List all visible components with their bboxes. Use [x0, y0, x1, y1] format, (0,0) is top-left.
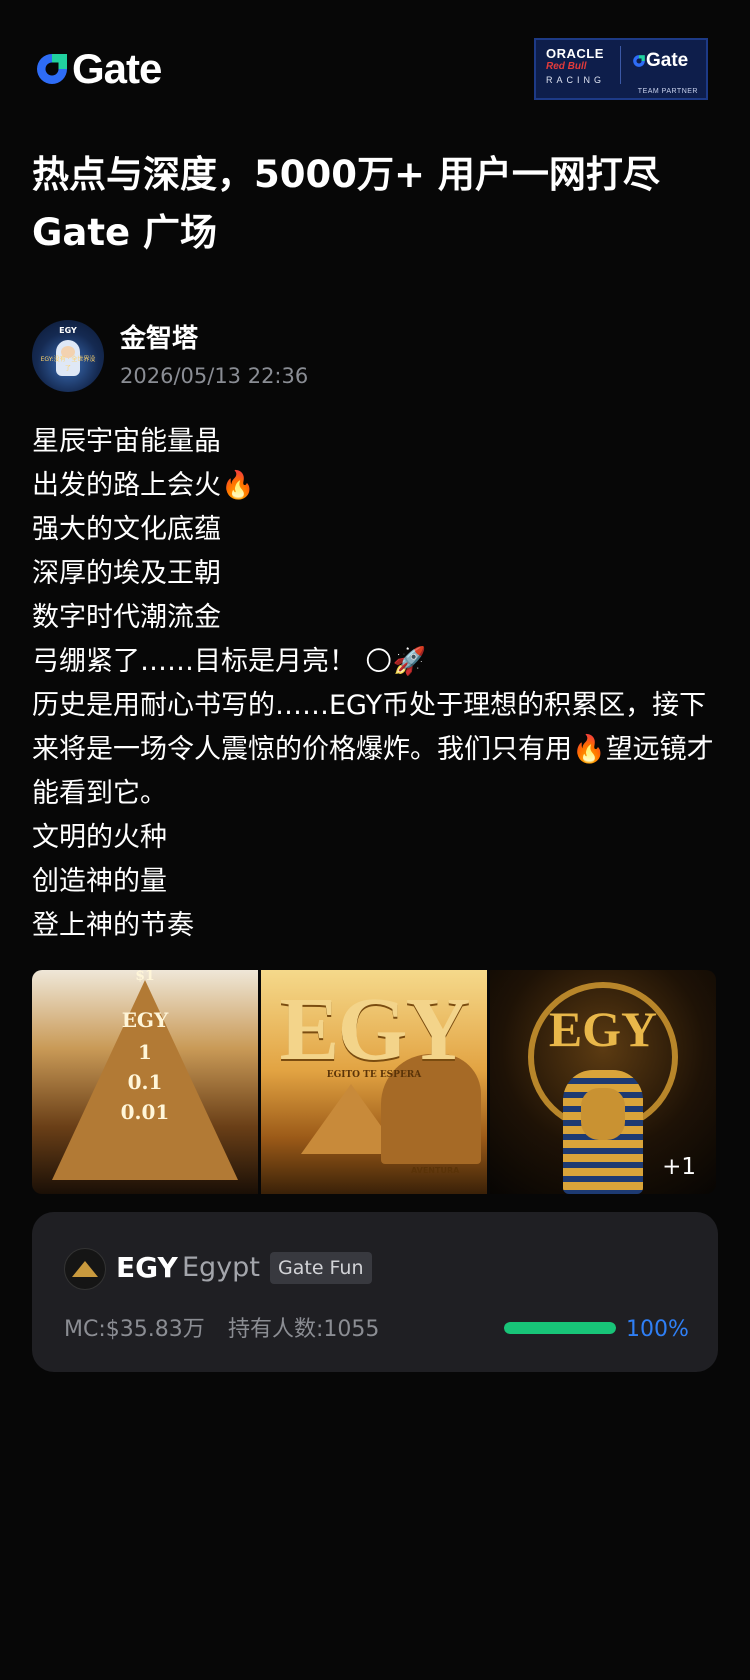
badge-racing-text: RACING — [546, 75, 606, 85]
gate-logo-icon — [37, 54, 67, 84]
token-platform-tag: Gate Fun — [270, 1252, 372, 1284]
post-line: 文明的火种 — [32, 822, 167, 853]
badge-divider — [620, 46, 621, 84]
pyramid-level-3: 0.01 — [120, 1100, 170, 1124]
badge-gate-icon — [633, 55, 645, 67]
post-line: 星辰宇宙能量晶 — [32, 426, 221, 457]
token-holders: 持有人数:1055 — [228, 1317, 380, 1342]
headline-line-1: 热点与深度，5000万+ 用户一网打尽 — [32, 153, 660, 196]
token-progress-bar — [504, 1322, 616, 1334]
post-content: 星辰宇宙能量晶 出发的路上会火🔥 强大的文化底蕴 深厚的埃及王朝 数字时代潮流金… — [32, 420, 722, 948]
token-progress-label: 100% — [626, 1317, 689, 1342]
post-line: 出发的路上会火🔥 — [32, 470, 255, 501]
sphinx-subtitle: EGITO TE ESPERA — [326, 1070, 422, 1080]
pharaoh-egy-title: EGY — [548, 1001, 658, 1057]
team-partner-badge: ORACLE Red Bull RACING Gate TEAM PARTNER — [534, 38, 708, 100]
avatar-tag: EGY — [59, 326, 77, 335]
post-line: 创造神的量 — [32, 866, 167, 897]
post-timestamp: 2026/05/13 22:36 — [120, 364, 309, 388]
post-line: 登上神的节奏 — [32, 910, 194, 941]
token-market-cap: MC:$35.83万 — [64, 1317, 205, 1342]
pyramid-egy-label: EGY — [121, 1008, 169, 1032]
logo-text: Gate — [72, 45, 162, 92]
gate-logo[interactable]: Gate — [34, 45, 162, 92]
post-line: 强大的文化底蕴 — [32, 514, 221, 545]
post-line: 数字时代潮流金 — [32, 602, 221, 633]
avatar-caption: EGY:没有 · 全世界没了 — [40, 356, 96, 372]
post-line: 深厚的埃及王朝 — [32, 558, 221, 589]
gallery-image-sphinx[interactable]: EGY EGITO TE ESPERA AVENTURA — [261, 970, 487, 1194]
avatar[interactable]: EGY EGY:没有 · 全世界没了 — [32, 320, 104, 392]
token-pyramid-icon — [64, 1248, 106, 1290]
author-name[interactable]: 金智塔 — [120, 324, 198, 354]
more-images-count[interactable]: +1 — [662, 1154, 696, 1180]
token-name: Egypt — [182, 1252, 260, 1283]
sphinx-stamp: AVENTURA — [411, 1166, 460, 1175]
pyramid-top-label: $1 — [135, 970, 155, 984]
pharaoh-face — [581, 1088, 625, 1140]
header: Gate ORACLE Red Bull RACING Gate TEAM PA… — [0, 0, 750, 140]
headline-line-2: Gate 广场 — [32, 211, 217, 254]
gallery-image-pharaoh[interactable]: EGY +1 — [490, 970, 716, 1194]
badge-caption: TEAM PARTNER — [637, 88, 698, 95]
image-gallery: $1 EGY 1 0.1 0.01 EGY EGITO TE ESPERA AV… — [32, 970, 718, 1194]
post-line: 历史是用耐心书写的……EGY币处于理想的积累区，接下来将是一场令人震惊的价格爆炸… — [32, 690, 714, 809]
token-progress-fill — [504, 1322, 616, 1334]
pyramid-level-2: 0.1 — [127, 1070, 163, 1094]
badge-oracle-text: ORACLE — [546, 46, 604, 61]
pyramid-level-1: 1 — [138, 1040, 152, 1064]
token-card[interactable]: EGY Egypt Gate Fun MC:$35.83万 持有人数:1055 … — [32, 1212, 718, 1372]
gallery-image-pyramid[interactable]: $1 EGY 1 0.1 0.01 — [32, 970, 258, 1194]
post-author[interactable]: EGY EGY:没有 · 全世界没了 金智塔 2026/05/13 22:36 — [32, 320, 632, 392]
sphinx-egy-title: EGY — [279, 980, 470, 1079]
badge-gate-text: Gate — [646, 50, 689, 71]
token-symbol: EGY — [116, 1251, 178, 1284]
post-line: 弓绷紧了……目标是月亮！ 🌕🚀 — [32, 646, 427, 677]
page-headline: 热点与深度，5000万+ 用户一网打尽 Gate 广场 — [32, 146, 722, 262]
badge-gate-brand: Gate — [632, 50, 688, 72]
badge-redbull-text: Red Bull — [546, 61, 587, 72]
